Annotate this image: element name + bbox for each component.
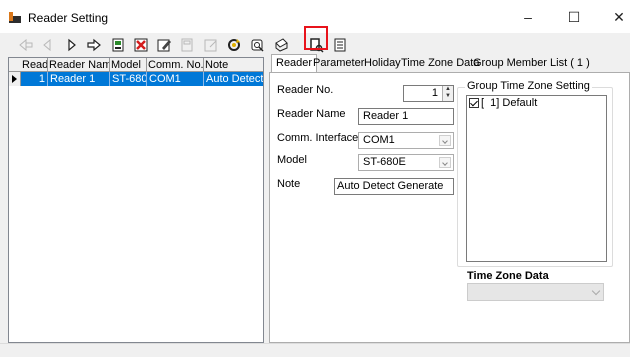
reader-no-stepper[interactable]: 1 ▲ ▼ [403, 85, 454, 102]
reader-name-label: Reader Name [277, 108, 346, 120]
reader-name-field[interactable]: Reader 1 [358, 108, 454, 125]
column-header-model[interactable]: Model [110, 58, 147, 72]
list-item[interactable]: [ 1] Default [469, 97, 537, 109]
group-time-zone-list[interactable]: [ 1] Default [466, 95, 607, 262]
table-row[interactable]: 1 Reader 1 ST-680E COM1 Auto Detect G [9, 72, 263, 86]
toolbar-highlight-box [304, 26, 328, 50]
model-value: ST-680E [363, 156, 406, 168]
last-record-icon[interactable] [84, 35, 104, 55]
edit-record-icon[interactable] [154, 35, 174, 55]
current-row-icon [12, 75, 17, 83]
add-record-icon[interactable] [108, 35, 128, 55]
minimize-button[interactable]: – [517, 6, 539, 28]
app-icon [8, 10, 22, 23]
status-bar [0, 343, 630, 357]
refresh-icon[interactable] [224, 35, 244, 55]
prev-record-icon[interactable] [38, 35, 58, 55]
column-header-note[interactable]: Note [204, 58, 263, 72]
export-icon[interactable] [330, 35, 350, 55]
time-zone-data-label: Time Zone Data [467, 270, 549, 282]
row-selector[interactable] [9, 72, 21, 86]
chevron-down-icon[interactable] [591, 286, 601, 296]
reader-no-value: 1 [431, 87, 438, 99]
close-button[interactable]: ✕ [608, 6, 630, 28]
cell-reader[interactable]: 1 [21, 72, 48, 86]
cancel-edit-icon[interactable] [201, 35, 221, 55]
next-record-icon[interactable] [61, 35, 81, 55]
checkbox-checked-icon[interactable] [469, 98, 479, 108]
first-record-icon[interactable] [16, 35, 36, 55]
grid-header: Reader Reader Name Model Comm. No. Note [9, 58, 263, 72]
spinner-arrows-icon[interactable]: ▲ ▼ [442, 86, 453, 101]
save-record-icon[interactable] [177, 35, 197, 55]
chevron-down-icon[interactable] [439, 135, 451, 146]
maximize-button[interactable]: ☐ [563, 6, 585, 28]
delete-record-icon[interactable] [131, 35, 151, 55]
cell-reader-name[interactable]: Reader 1 [48, 72, 110, 86]
chevron-down-icon[interactable] [439, 157, 451, 168]
note-label: Note [277, 178, 301, 190]
comm-interface-value: COM1 [363, 134, 395, 146]
window-title: Reader Setting [28, 11, 109, 25]
list-item-label: [ 1] Default [481, 97, 538, 109]
tab-strip: Reader Parameter Holiday Time Zone Data … [269, 54, 630, 73]
cell-model[interactable]: ST-680E [110, 72, 147, 86]
reader-grid[interactable]: Reader Reader Name Model Comm. No. Note … [8, 57, 264, 343]
model-select[interactable]: ST-680E [358, 154, 454, 171]
time-zone-data-select[interactable] [467, 283, 604, 301]
tab-group-member-list[interactable]: Group Member List ( 1 ) [469, 55, 594, 72]
cell-comm-no[interactable]: COM1 [147, 72, 204, 86]
group-time-zone-title: Group Time Zone Setting [465, 80, 592, 92]
column-header-reader-name[interactable]: Reader Name [48, 58, 110, 72]
reader-no-label: Reader No. [277, 84, 334, 96]
column-header-reader[interactable]: Reader [21, 58, 48, 72]
column-header-comm-no[interactable]: Comm. No. [147, 58, 204, 72]
cell-note[interactable]: Auto Detect G [204, 72, 263, 86]
print-icon[interactable] [271, 35, 291, 55]
comm-interface-label: Comm. Interface [277, 132, 359, 144]
model-label: Model [277, 154, 307, 166]
note-field[interactable]: Auto Detect Generate [334, 178, 454, 195]
search-icon[interactable] [248, 35, 268, 55]
comm-interface-select[interactable]: COM1 [358, 132, 454, 149]
